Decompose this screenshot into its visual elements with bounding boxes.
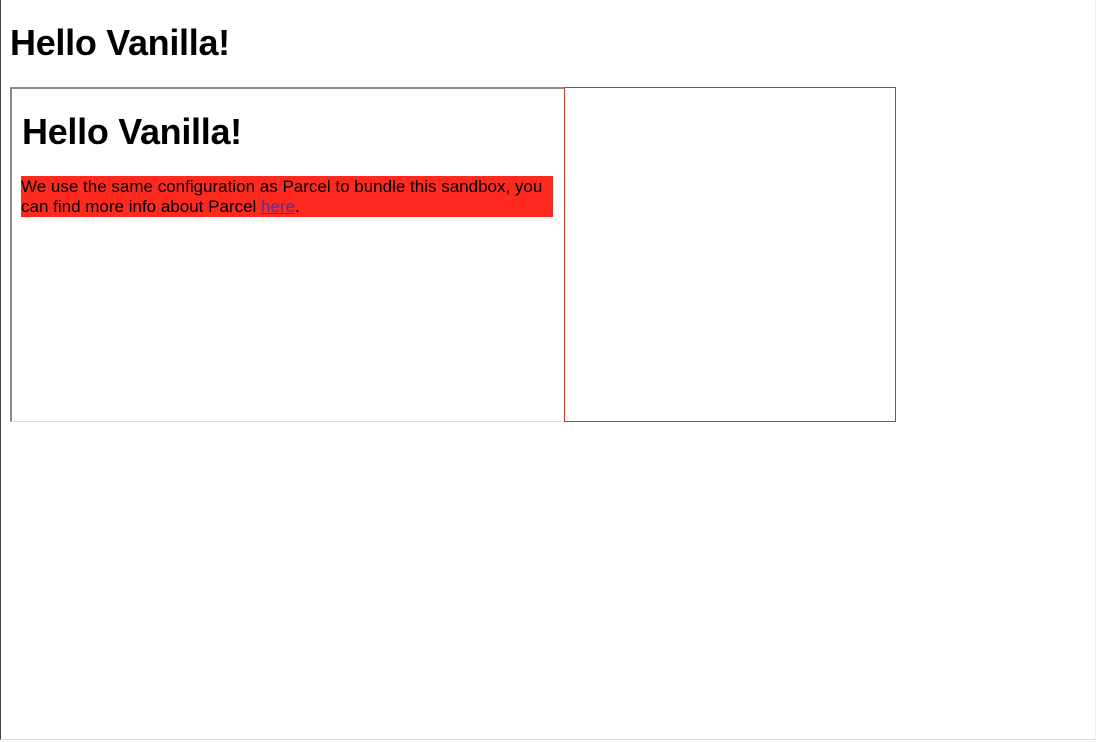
preview-paragraph-end: . — [295, 197, 300, 216]
outlined-box — [564, 87, 896, 422]
preview-paragraph: We use the same configuration as Parcel … — [21, 176, 553, 217]
preview-title: Hello Vanilla! — [22, 111, 242, 152]
preview-frame[interactable]: Hello Vanilla! We use the same configura… — [10, 87, 565, 422]
page-title: Hello Vanilla! — [10, 22, 230, 63]
parcel-here-link[interactable]: here — [261, 197, 295, 216]
